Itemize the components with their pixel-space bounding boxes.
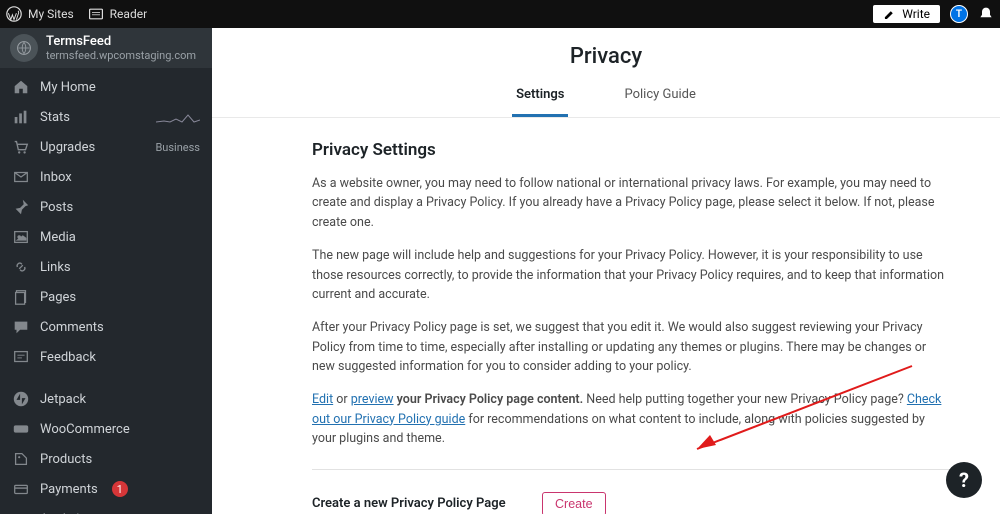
site-domain: termsfeed.wpcomstaging.com [46, 49, 196, 62]
cart-icon [12, 138, 30, 156]
wp-logo[interactable]: My Sites [6, 6, 74, 22]
sidebar-item-stats[interactable]: Stats [0, 102, 212, 132]
comment-icon [12, 318, 30, 336]
sidebar-item-inbox[interactable]: Inbox [0, 162, 212, 192]
tab-policy-guide[interactable]: Policy Guide [620, 77, 699, 117]
page-title: Privacy [212, 44, 1000, 69]
main-content: Privacy Settings Policy Guide Privacy Se… [212, 28, 1000, 514]
sparkline-icon [156, 109, 200, 126]
write-label: Write [902, 7, 930, 21]
divider [312, 469, 950, 470]
admin-bar: My Sites Reader Write T [0, 0, 1000, 28]
help-button[interactable]: ? [946, 462, 982, 498]
my-sites-label: My Sites [28, 7, 74, 21]
plan-label: Business [155, 141, 200, 154]
create-label: Create a new Privacy Policy Page [312, 496, 512, 511]
woo-icon [12, 420, 30, 438]
sidebar-item-media[interactable]: Media [0, 222, 212, 252]
sidebar-item-upgrades[interactable]: UpgradesBusiness [0, 132, 212, 162]
feedback-icon [12, 348, 30, 366]
reader-link[interactable]: Reader [88, 6, 147, 22]
tab-settings[interactable]: Settings [512, 77, 568, 117]
intro-p3: After your Privacy Policy page is set, w… [312, 318, 950, 376]
notifications-icon[interactable] [978, 6, 994, 22]
intro-p1: As a website owner, you may need to foll… [312, 174, 950, 232]
sidebar-item-jetpack[interactable]: Jetpack [0, 384, 212, 414]
reader-icon [88, 6, 104, 22]
user-avatar[interactable]: T [950, 5, 968, 23]
site-name: TermsFeed [46, 34, 196, 49]
link-icon [12, 258, 30, 276]
mail-icon [12, 168, 30, 186]
products-icon [12, 450, 30, 468]
preview-link[interactable]: preview [351, 392, 394, 407]
analytics-icon [12, 510, 30, 514]
site-avatar-icon [10, 34, 38, 62]
pin-icon [12, 198, 30, 216]
sidebar-item-home[interactable]: My Home [0, 72, 212, 102]
sidebar: TermsFeed termsfeed.wpcomstaging.com My … [0, 28, 212, 514]
sidebar-item-woocommerce[interactable]: WooCommerce [0, 414, 212, 444]
stats-icon [12, 108, 30, 126]
sidebar-item-payments[interactable]: Payments1 [0, 474, 212, 504]
sidebar-item-pages[interactable]: Pages [0, 282, 212, 312]
sidebar-item-analytics[interactable]: Analytics [0, 504, 212, 514]
sidebar-item-feedback[interactable]: Feedback [0, 342, 212, 372]
wordpress-icon [6, 6, 22, 22]
create-button[interactable]: Create [542, 492, 606, 514]
intro-p2: The new page will include help and sugge… [312, 246, 950, 304]
pages-icon [12, 288, 30, 306]
payments-icon [12, 480, 30, 498]
section-heading: Privacy Settings [312, 140, 950, 160]
payments-badge: 1 [112, 481, 128, 497]
sidebar-item-products[interactable]: Products [0, 444, 212, 474]
sidebar-item-links[interactable]: Links [0, 252, 212, 282]
reader-label: Reader [110, 7, 147, 21]
sidebar-item-comments[interactable]: Comments [0, 312, 212, 342]
jetpack-icon [12, 390, 30, 408]
sidebar-item-posts[interactable]: Posts [0, 192, 212, 222]
create-row: Create a new Privacy Policy Page Create [312, 486, 950, 514]
intro-p4: Edit or preview your Privacy Policy page… [312, 390, 950, 448]
edit-link[interactable]: Edit [312, 392, 333, 407]
home-icon [12, 78, 30, 96]
tabs: Settings Policy Guide [212, 77, 1000, 118]
pencil-icon [883, 8, 896, 21]
media-icon [12, 228, 30, 246]
site-switcher[interactable]: TermsFeed termsfeed.wpcomstaging.com [0, 28, 212, 68]
write-button[interactable]: Write [873, 5, 940, 23]
